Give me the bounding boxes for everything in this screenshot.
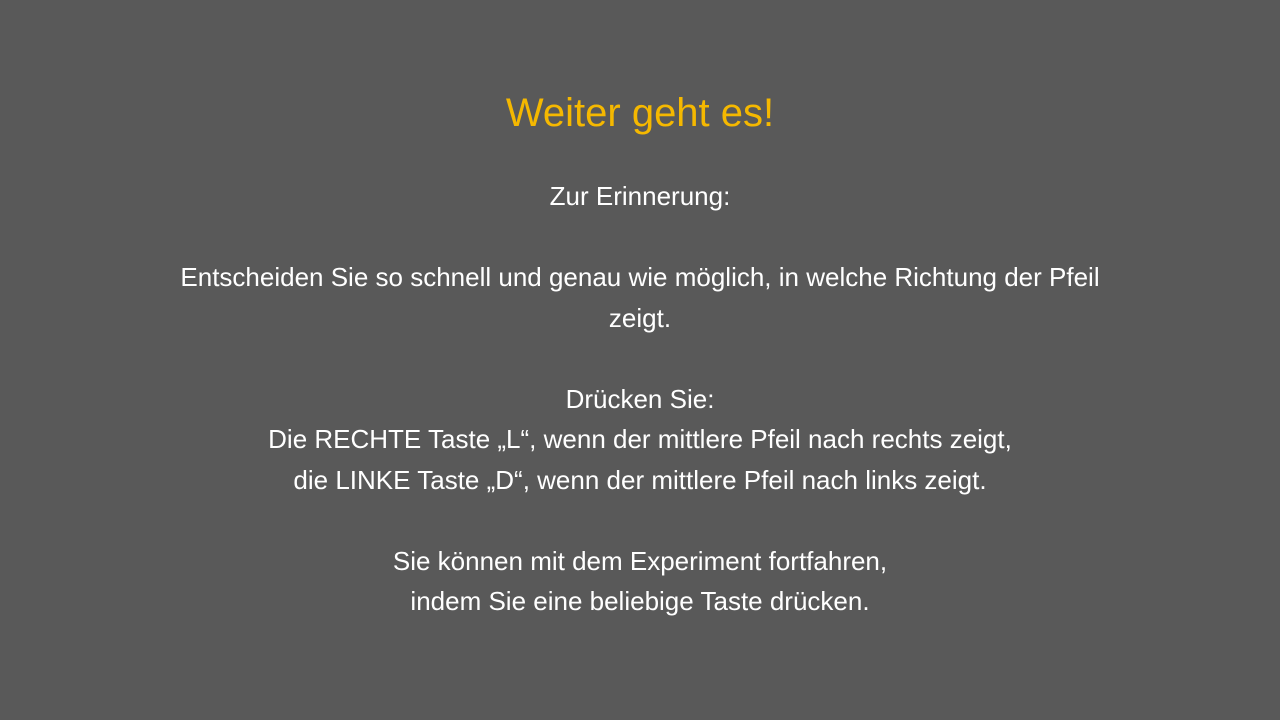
slide-body: Zur Erinnerung: Entscheiden Sie so schne…	[100, 176, 1180, 622]
left-key-instruction: die LINKE Taste „D“, wenn der mittlere P…	[293, 464, 987, 495]
instruction-line-1: Entscheiden Sie so schnell und genau wie…	[180, 262, 1100, 292]
reminder-heading: Zur Erinnerung:	[549, 181, 731, 211]
press-heading: Drücken Sie:	[565, 383, 715, 414]
instruction-line-2: zeigt.	[608, 302, 672, 333]
slide-title: Weiter geht es!	[505, 91, 775, 135]
continue-line-2: indem Sie eine beliebige Taste drücken.	[410, 586, 870, 616]
continue-line-1: Sie können mit dem Experiment fortfahren…	[392, 545, 888, 576]
instruction-slide: Weiter geht es! Zur Erinnerung: Entschei…	[0, 0, 1280, 720]
right-key-instruction: Die RECHTE Taste „L“, wenn der mittlere …	[268, 424, 1012, 454]
